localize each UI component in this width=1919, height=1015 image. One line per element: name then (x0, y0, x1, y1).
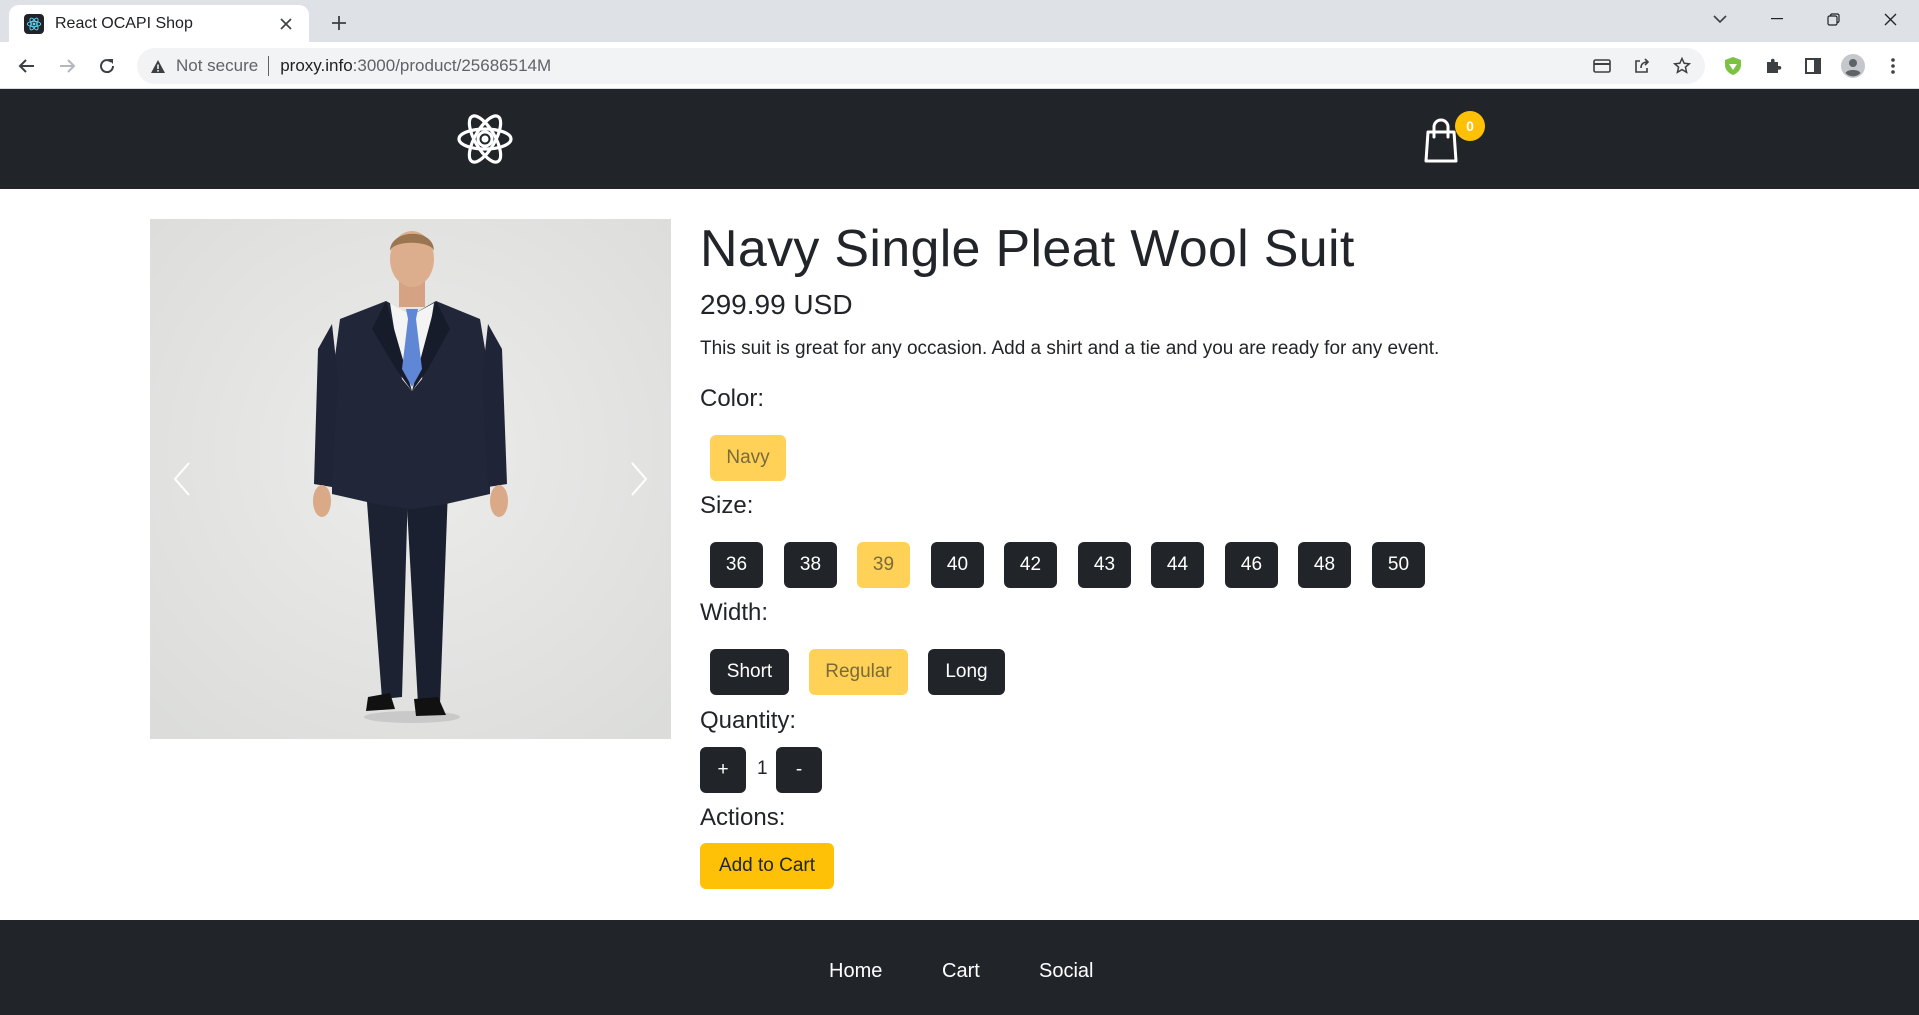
size-option-label: 48 (1313, 554, 1336, 575)
size-option-label: 46 (1240, 554, 1263, 575)
color-option-label: Navy (726, 447, 770, 468)
side-panel-icon[interactable] (1798, 51, 1828, 81)
quantity-value: 1 (757, 758, 768, 779)
product-description: This suit is great for any occasion. Add… (700, 338, 1440, 359)
product-price: 299.99 USD (700, 289, 853, 320)
footer-link-home[interactable]: Home (829, 960, 882, 983)
size-option-label: 43 (1093, 554, 1116, 575)
react-favicon-icon (24, 13, 44, 34)
new-tab-icon[interactable] (325, 9, 353, 37)
product-image-carousel (150, 219, 671, 739)
minimize-icon[interactable] (1762, 6, 1792, 32)
profile-avatar-icon[interactable] (1838, 51, 1868, 81)
size-option-36[interactable]: 36 (710, 542, 763, 588)
restore-icon[interactable] (1818, 6, 1848, 32)
browser-toolbar: Not secure proxy.info:3000/product/25686… (0, 42, 1919, 89)
size-option-label: 50 (1387, 554, 1410, 575)
url-host: proxy.info (280, 56, 353, 75)
size-option-label: 39 (872, 554, 895, 575)
carousel-next-button[interactable] (619, 454, 659, 504)
size-option-44[interactable]: 44 (1151, 542, 1204, 588)
footer-link-cart[interactable]: Cart (942, 960, 980, 983)
tab-search-icon[interactable] (1705, 6, 1735, 32)
size-option-48[interactable]: 48 (1298, 542, 1351, 588)
chevron-left-icon (173, 462, 190, 496)
width-option-short[interactable]: Short (710, 649, 789, 695)
share-icon[interactable] (1627, 48, 1657, 84)
react-logo-icon[interactable] (455, 111, 515, 167)
size-option-42[interactable]: 42 (1004, 542, 1057, 588)
omnibox-divider (268, 56, 270, 76)
cart-count-badge: 0 (1455, 111, 1485, 141)
size-option-40[interactable]: 40 (931, 542, 984, 588)
extensions-puzzle-icon[interactable] (1758, 51, 1788, 81)
quantity-increase-button[interactable]: + (700, 747, 746, 793)
size-option-46[interactable]: 46 (1225, 542, 1278, 588)
size-option-38[interactable]: 38 (784, 542, 837, 588)
size-option-43[interactable]: 43 (1078, 542, 1131, 588)
size-option-label: 40 (946, 554, 969, 575)
size-option-label: 44 (1166, 554, 1189, 575)
quantity-plus-label: + (717, 759, 729, 780)
close-window-icon[interactable] (1875, 6, 1905, 32)
warning-icon[interactable] (150, 59, 166, 74)
size-label: Size: (700, 492, 754, 519)
chevron-right-icon (631, 462, 648, 496)
cart-button[interactable]: 0 (1422, 111, 1488, 167)
size-option-50[interactable]: 50 (1372, 542, 1425, 588)
reload-icon[interactable] (92, 51, 122, 81)
size-option-label: 38 (799, 554, 822, 575)
tab-close-icon[interactable] (275, 13, 297, 35)
size-option-label: 42 (1019, 554, 1042, 575)
quantity-label: Quantity: (700, 707, 797, 734)
product-title: Navy Single Pleat Wool Suit (700, 220, 1355, 278)
browser-menu-icon[interactable] (1878, 51, 1908, 81)
width-option-label: Short (726, 661, 773, 682)
address-bar[interactable]: Not secure proxy.info:3000/product/25686… (137, 48, 1705, 84)
bookmark-star-icon[interactable] (1667, 48, 1697, 84)
footer-link-social[interactable]: Social (1039, 960, 1093, 983)
width-option-label: Long (945, 661, 988, 682)
size-option-39[interactable]: 39 (857, 542, 910, 588)
quantity-minus-label: - (795, 759, 803, 780)
browser-tab[interactable]: React OCAPI Shop (9, 5, 309, 42)
tab-title: React OCAPI Shop (55, 14, 193, 32)
page-info-icon[interactable] (1587, 48, 1617, 84)
product-photo (150, 219, 671, 739)
forward-icon[interactable] (52, 51, 82, 81)
width-label: Width: (700, 599, 769, 626)
size-option-label: 36 (725, 554, 748, 575)
color-option-navy[interactable]: Navy (710, 435, 786, 481)
actions-label: Actions: (700, 804, 786, 831)
width-option-regular[interactable]: Regular (809, 649, 908, 695)
width-option-label: Regular (825, 661, 892, 682)
back-icon[interactable] (12, 51, 42, 81)
extension-shield-icon[interactable] (1718, 51, 1748, 81)
color-label: Color: (700, 385, 765, 412)
security-label: Not secure (176, 56, 259, 75)
site-footer: Home Cart Social (0, 920, 1919, 1015)
add-to-cart-button[interactable]: Add to Cart (700, 843, 834, 889)
browser-tabstrip: React OCAPI Shop (0, 0, 1919, 42)
url-path: :3000/product/25686514M (352, 56, 552, 75)
carousel-prev-button[interactable] (162, 454, 202, 504)
quantity-decrease-button[interactable]: - (776, 747, 822, 793)
width-option-long[interactable]: Long (928, 649, 1005, 695)
site-header: 0 (0, 89, 1919, 189)
